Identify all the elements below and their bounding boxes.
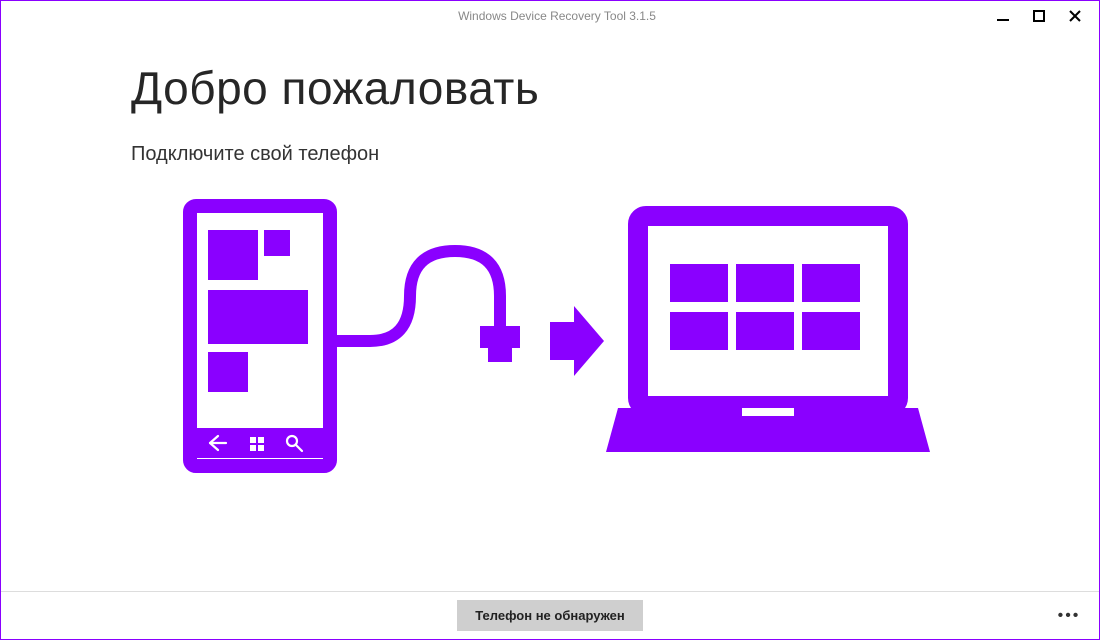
minimize-button[interactable]	[985, 2, 1021, 30]
maximize-button[interactable]	[1021, 2, 1057, 30]
titlebar: Windows Device Recovery Tool 3.1.5	[1, 1, 1099, 31]
close-button[interactable]	[1057, 2, 1093, 30]
maximize-icon	[1033, 10, 1045, 22]
illustration-container	[131, 196, 969, 486]
main-content: Добро пожаловать Подключите свой телефон	[1, 31, 1099, 591]
page-subtitle: Подключите свой телефон	[131, 143, 969, 166]
window-controls	[985, 2, 1099, 30]
laptop-icon	[606, 216, 930, 452]
usb-cable-icon	[335, 251, 520, 362]
app-window: Windows Device Recovery Tool 3.1.5 Д	[0, 0, 1100, 640]
window-title: Windows Device Recovery Tool 3.1.5	[129, 9, 985, 23]
phone-not-detected-button[interactable]: Телефон не обнаружен	[457, 600, 642, 631]
more-options-button[interactable]: •••	[1049, 592, 1089, 640]
arrow-right-icon	[550, 306, 604, 376]
page-title: Добро пожаловать	[131, 61, 969, 115]
close-icon	[1069, 10, 1081, 22]
connect-phone-illustration	[170, 196, 930, 486]
bottom-bar: Телефон не обнаружен •••	[1, 591, 1099, 639]
minimize-icon	[997, 10, 1009, 22]
phone-icon	[190, 206, 330, 466]
more-icon: •••	[1058, 607, 1081, 625]
